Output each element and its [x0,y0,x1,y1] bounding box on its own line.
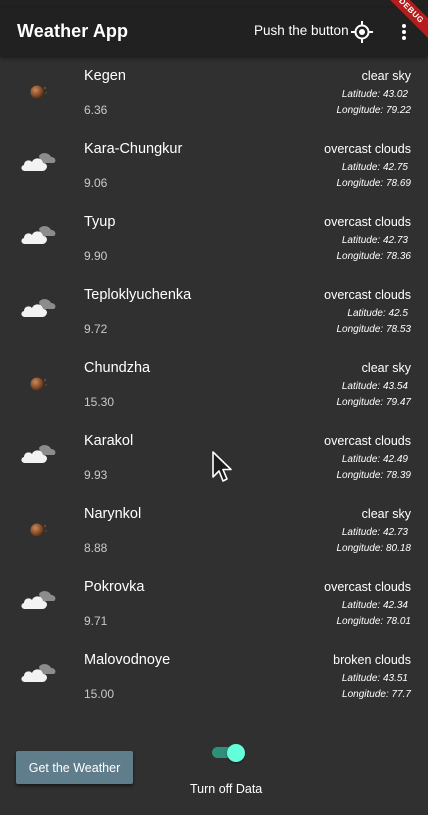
weather-description: overcast clouds [324,434,411,448]
temperature: 9.06 [84,176,108,190]
temperature: 9.72 [84,322,108,336]
weather-description: clear sky [361,69,411,83]
get-weather-button[interactable]: Get the Weather [16,751,133,784]
temperature: 8.88 [84,541,108,555]
weather-list: Kegen 6.36 clear sky Latitude: 43.02 Longitu… [0,58,428,715]
list-item[interactable]: Kara-Chungkur 9.06 overcast clouds Latitude… [0,131,428,204]
latitude-label: Latitude: 42.5 [347,308,408,319]
latitude-label: Latitude: 42.49 [341,454,408,465]
cloud-icon [19,293,59,323]
city-name: Chundzha [84,360,151,376]
weather-description: overcast clouds [324,580,411,594]
latitude-label: Latitude: 42.34 [341,600,408,611]
longitude-label: Longitude: 78.69 [336,178,411,189]
mouse-cursor-icon [212,451,232,482]
city-name: Teploklyuchenka [84,287,192,303]
latitude-label: Latitude: 42.75 [341,162,408,173]
app-bar: Weather App Push the button [0,8,428,56]
latitude-label: Latitude: 43.54 [341,381,408,392]
latitude-label: Latitude: 43.02 [341,89,408,100]
temperature: 15.00 [84,687,115,701]
toggle-label: Turn off Data [190,782,263,796]
city-name: Malovodnoye [84,652,171,668]
cloud-icon [19,147,59,177]
longitude-label: Longitude: 78.01 [336,616,411,627]
city-name: Narynkol [84,506,142,522]
temperature: 6.36 [84,103,108,117]
city-name: Kegen [84,68,126,84]
list-item[interactable]: Chundzha 15.30 clear sky Latitude: 43.54 Lon… [0,350,428,423]
location-target-icon[interactable] [350,20,374,44]
temperature: 15.30 [84,395,115,409]
toggle-thumb[interactable] [227,744,245,762]
weather-description: clear sky [361,361,411,375]
longitude-label: Longitude: 78.53 [336,324,411,335]
cloud-icon [19,658,59,688]
list-item[interactable]: Kegen 6.36 clear sky Latitude: 43.02 Longitu… [0,58,428,131]
longitude-label: Longitude: 78.36 [336,251,411,262]
temperature: 9.93 [84,468,108,482]
list-item[interactable]: Narynkol 8.88 clear sky Latitude: 42.73 Long… [0,496,428,569]
city-name: Karakol [84,433,134,449]
longitude-label: Longitude: 79.22 [336,105,411,116]
weather-description: clear sky [361,507,411,521]
weather-description: overcast clouds [324,142,411,156]
temperature: 9.90 [84,249,108,263]
list-item[interactable]: Tyup 9.90 overcast clouds Latitude: 42.73 Lo… [0,204,428,277]
list-item[interactable]: Teploklyuchenka 9.72 overcast clouds Latitu… [0,277,428,350]
sun-icon [19,512,59,542]
city-name: Tyup [84,214,116,230]
city-name: Kara-Chungkur [84,141,183,157]
data-toggle-switch[interactable] [212,744,246,762]
app-title: Weather App [17,21,129,41]
cloud-icon [19,585,59,615]
latitude-label: Latitude: 42.73 [341,235,408,246]
status-bar [0,0,428,8]
longitude-label: Longitude: 80.18 [336,543,411,554]
weather-description: overcast clouds [324,215,411,229]
cloud-icon [19,439,59,469]
longitude-label: Longitude: 77.7 [342,689,411,700]
city-name: Pokrovka [84,579,145,595]
list-item[interactable]: Pokrovka 9.71 overcast clouds Latitude: 42.… [0,569,428,642]
list-item[interactable]: Malovodnoye 15.00 broken clouds Latitude: 4… [0,642,428,715]
longitude-label: Longitude: 79.47 [336,397,411,408]
sun-icon [19,366,59,396]
weather-description: broken clouds [333,653,411,667]
weather-description: overcast clouds [324,288,411,302]
latitude-label: Latitude: 42.73 [341,527,408,538]
latitude-label: Latitude: 43.51 [341,673,408,684]
push-the-button-label: Push the button [254,23,349,38]
temperature: 9.71 [84,614,108,628]
longitude-label: Longitude: 78.39 [336,470,411,481]
sun-icon [19,74,59,104]
cloud-icon [19,220,59,250]
more-vert-icon[interactable] [396,20,412,44]
